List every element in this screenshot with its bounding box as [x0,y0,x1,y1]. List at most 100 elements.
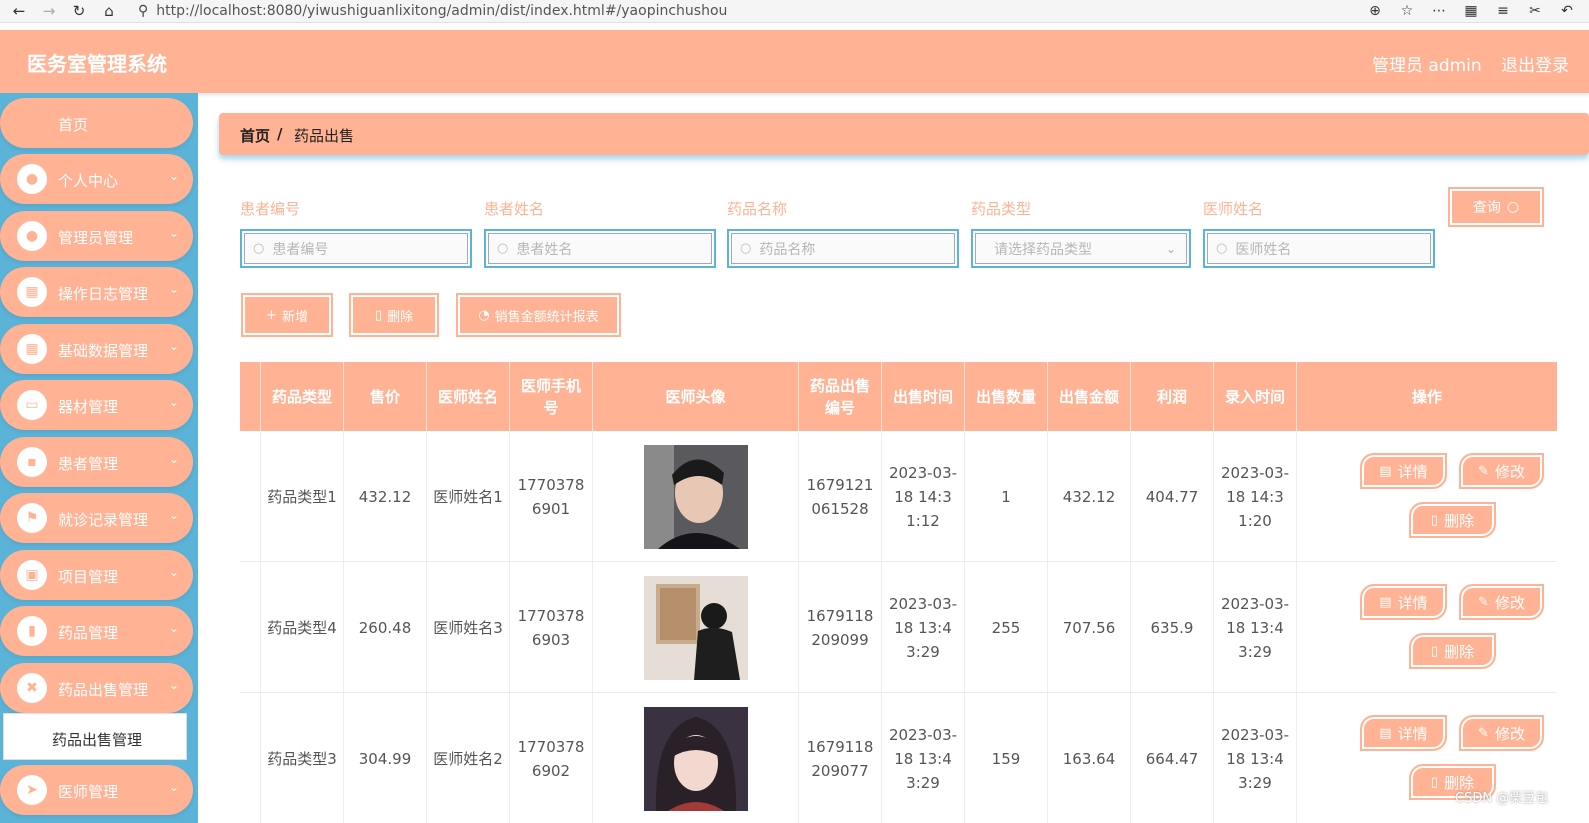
sidebar-item-visit-records[interactable]: ⚑ 就诊记录管理 ⌄ [0,493,193,543]
query-button[interactable]: 查询 ○ [1448,187,1544,227]
edit-icon: ✎ [1478,594,1489,610]
forward-icon[interactable]: → [34,0,64,22]
document-icon: ▤ [1379,594,1392,610]
patient-no-input[interactable]: ○ 患者编号 [240,229,472,268]
favorites-icon[interactable]: ≡ [1487,0,1519,22]
search-icon: ○ [497,241,509,256]
flag-icon: ⚑ [17,503,47,533]
doctor-avatar [643,575,748,680]
edit-button[interactable]: ✎ 修改 [1459,453,1544,489]
add-button[interactable]: + 新增 [241,293,333,337]
admin-label: 管理员 admin [1372,56,1482,76]
trash-icon: ▯ [1430,512,1439,528]
detail-button[interactable]: ▤ 详情 [1360,453,1447,489]
row-select[interactable] [240,693,261,823]
placeholder: 请选择药品类型 [994,241,1092,258]
plus-icon: + [266,307,277,323]
header-entry-time: 录入时间 [1214,362,1297,431]
sidebar-item-drugs[interactable]: ▮ 药品管理 ⌄ [0,606,193,656]
more-icon[interactable]: ⋯ [1423,0,1455,22]
table-row: 药品类型3 304.99 医师姓名2 17703786902 167911820… [240,693,1557,823]
header-sale-time: 出售时间 [882,362,965,431]
send-icon: ➤ [17,775,47,805]
apps-icon[interactable]: ▦ [1455,0,1487,22]
drug-type-select[interactable]: 请选择药品类型 ⌄ [971,229,1191,268]
header-price: 售价 [344,362,427,431]
sidebar-item-admin-management[interactable]: ● 管理员管理 ⌄ [0,211,193,261]
home-icon[interactable]: ⌂ [94,0,124,22]
sidebar-item-equipment[interactable]: ▭ 器材管理 ⌄ [0,380,193,430]
sidebar-item-projects[interactable]: ▣ 项目管理 ⌄ [0,550,193,600]
app-header: 医务室管理系统 管理员 admin 退出登录 [0,30,1589,93]
sidebar-item-doctors[interactable]: ➤ 医师管理 ⌄ [0,765,193,815]
cell-sale-qty: 159 [965,693,1048,823]
header-sale-qty: 出售数量 [965,362,1048,431]
zoom-icon[interactable]: ⊕ [1359,0,1391,22]
sidebar-item-label: 药品管理 [58,624,119,642]
placeholder: 药品名称 [759,241,816,258]
sidebar-item-operation-log[interactable]: ▦ 操作日志管理 ⌄ [0,267,193,317]
search-icon: ○ [253,241,265,256]
cell-avatar [593,431,799,562]
table-row: 药品类型4 260.48 医师姓名3 17703786903 167911820… [240,562,1557,693]
row-delete-button[interactable]: ▯ 删除 [1409,633,1496,669]
detail-label: 详情 [1397,462,1428,481]
sidebar-item-drug-sales[interactable]: ✖ 药品出售管理 ⌄ [0,663,193,713]
cell-drug-type: 药品类型1 [261,431,344,562]
cell-actions [1297,431,1557,562]
cell-sale-time: 2023-03-18 13:43:29 [882,562,965,693]
detail-label: 详情 [1397,724,1428,743]
placeholder: 患者编号 [272,241,329,258]
cell-sale-amount: 432.12 [1048,431,1131,562]
sidebar-item-personal-center[interactable]: ● 个人中心 ⌄ [0,154,193,204]
cell-doctor-phone: 17703786901 [510,431,593,562]
cell-profit: 635.9 [1131,562,1214,693]
detail-label: 详情 [1397,593,1428,612]
clipboard-icon: ▣ [17,560,47,590]
sidebar-item-patients[interactable]: ▪ 患者管理 ⌄ [0,437,193,487]
cell-price: 304.99 [344,693,427,823]
row-select[interactable] [240,431,261,562]
address-bar[interactable]: ⚲ http://localhost:8080/yiwushiguanlixit… [130,0,1326,22]
reload-icon[interactable]: ↻ [64,0,94,22]
logout-link[interactable]: 退出登录 [1501,51,1569,76]
sidebar-item-home[interactable]: 首页 [0,98,193,148]
chevron-down-icon: ⌄ [169,508,180,522]
undo-icon[interactable]: ↶ [1551,0,1583,22]
chevron-down-icon: ⌄ [1165,241,1176,256]
row-delete-label: 删除 [1444,511,1475,530]
cell-entry-time: 2023-03-18 13:43:29 [1214,562,1297,693]
detail-button[interactable]: ▤ 详情 [1360,584,1447,620]
patient-name-input[interactable]: ○ 患者姓名 [484,229,716,268]
sidebar-item-label: 器材管理 [58,398,119,416]
detail-button[interactable]: ▤ 详情 [1360,715,1447,751]
doctor-avatar [643,444,748,549]
sidebar-item-label: 项目管理 [58,568,119,586]
chevron-down-icon: ⌄ [169,621,180,635]
filter-label-doctor-name: 医师姓名 [1203,200,1264,218]
back-icon[interactable]: ← [4,0,34,22]
sales-report-button[interactable]: ◔ 销售金额统计报表 [456,293,621,337]
document-icon: ▤ [1379,463,1392,479]
edit-button[interactable]: ✎ 修改 [1459,715,1544,751]
breadcrumb-home[interactable]: 首页 [240,125,270,146]
row-delete-button[interactable]: ▯ 删除 [1409,502,1496,538]
sidebar-item-label: 基础数据管理 [58,342,149,360]
delete-label: 删除 [387,309,414,325]
drug-name-input[interactable]: ○ 药品名称 [727,229,959,268]
edit-button[interactable]: ✎ 修改 [1459,584,1544,620]
row-select[interactable] [240,562,261,693]
tools-icon[interactable]: ✂ [1519,0,1551,22]
cell-entry-time: 2023-03-18 13:43:29 [1214,693,1297,823]
search-icon: ○ [1216,241,1228,256]
sidebar-subitem-drug-sales[interactable]: 药品出售管理 [3,713,187,760]
doctor-name-input[interactable]: ○ 医师姓名 [1203,229,1435,268]
row-delete-label: 删除 [1444,642,1475,661]
filter-label-drug-type: 药品类型 [971,200,1032,218]
doctor-avatar [643,706,748,811]
header-doctor-avatar: 医师头像 [593,362,799,431]
placeholder: 患者姓名 [516,241,573,258]
star-icon[interactable]: ☆ [1391,0,1423,22]
sidebar-item-base-data[interactable]: ▦ 基础数据管理 ⌄ [0,324,193,374]
delete-button[interactable]: ▯ 删除 [349,293,439,337]
